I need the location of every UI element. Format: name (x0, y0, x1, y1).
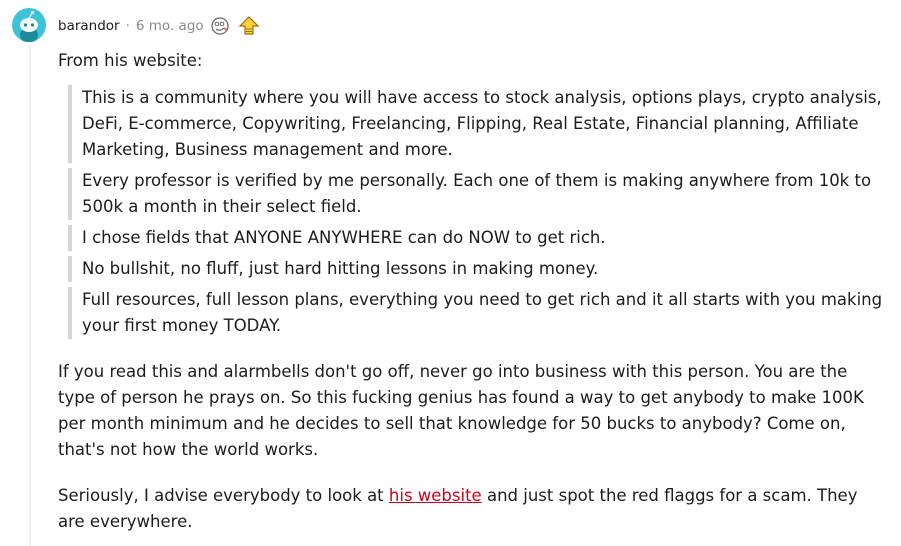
website-link[interactable]: his website (389, 486, 482, 505)
intro-text: From his website: (58, 51, 203, 70)
comment-paragraph: Seriously, I advise everybody to look at… (58, 483, 888, 535)
timestamp[interactable]: 6 mo. ago (136, 18, 204, 34)
comment-paragraph: If you read this and alarmbells don't go… (58, 362, 864, 459)
blockquote: Every professor is verified by me person… (68, 168, 888, 220)
paragraph-text: Seriously, I advise everybody to look at (58, 486, 389, 505)
user-avatar[interactable] (12, 8, 46, 42)
snoo-avatar-icon (20, 10, 38, 42)
separator-dot: · (125, 18, 130, 34)
comment-body: From his website: This is a community wh… (58, 48, 888, 535)
blockquote: This is a community where you will have … (68, 85, 888, 163)
thread-line[interactable] (29, 46, 31, 546)
blockquote: I chose fields that ANYONE ANYWHERE can … (68, 225, 888, 251)
upvote-arrow-award-icon[interactable] (238, 15, 260, 37)
blockquote: Full resources, full lesson plans, every… (68, 287, 888, 339)
username-link[interactable]: barandor (58, 18, 120, 34)
comment-header: barandor · 6 mo. ago (58, 15, 260, 37)
blockquote-group: This is a community where you will have … (58, 85, 888, 339)
blockquote: No bullshit, no fluff, just hard hitting… (68, 256, 888, 282)
silly-face-award-icon[interactable] (210, 16, 232, 36)
